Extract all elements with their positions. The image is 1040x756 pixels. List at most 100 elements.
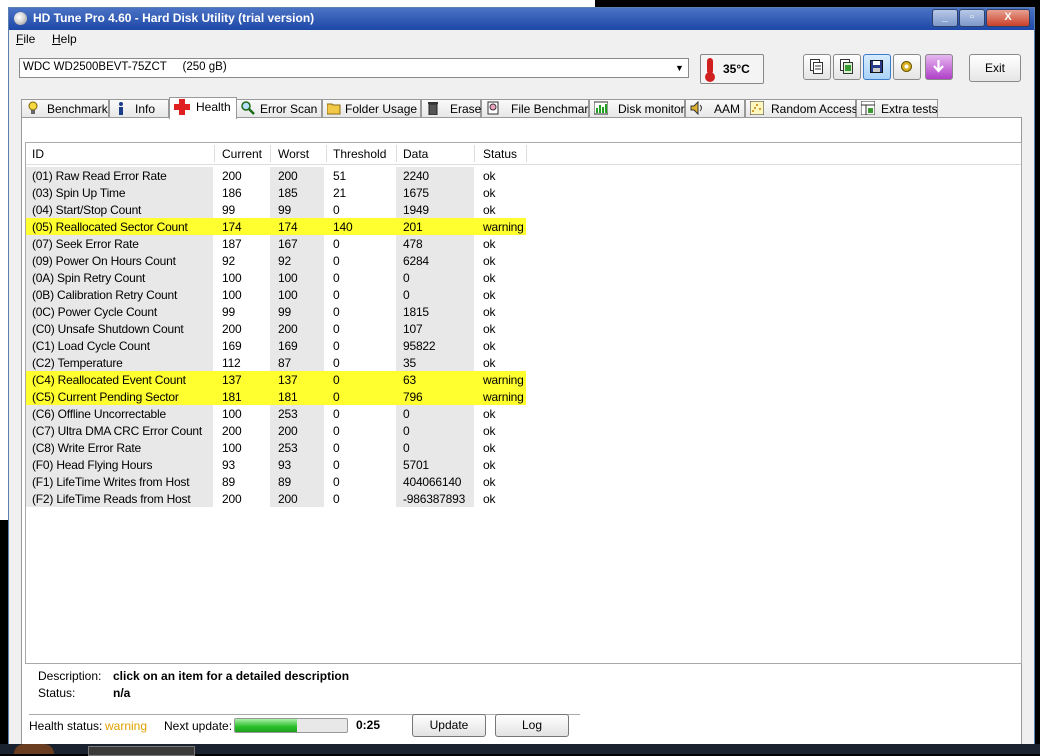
table-row[interactable]: (C1) Load Cycle Count 169 169 0 95822 ok: [26, 337, 526, 354]
download-button[interactable]: [925, 54, 953, 80]
tab-info[interactable]: Info: [109, 99, 169, 118]
cell-id: (0B) Calibration Retry Count: [32, 288, 178, 302]
cell-id: (C2) Temperature: [32, 356, 123, 370]
save-button[interactable]: [863, 54, 891, 80]
app-window: HD Tune Pro 4.60 - Hard Disk Utility (tr…: [8, 7, 1035, 749]
cell-current: 174: [222, 220, 242, 234]
minimize-button[interactable]: _: [932, 9, 958, 27]
column-divider[interactable]: [270, 145, 271, 162]
column-header-data[interactable]: Data: [403, 147, 428, 161]
chevron-down-icon[interactable]: ▼: [671, 59, 688, 77]
cell-worst: 93: [278, 458, 291, 472]
drive-selector[interactable]: WDC WD2500BEVT-75ZCT (250 gB) ▼: [19, 58, 689, 78]
table-row[interactable]: (C4) Reallocated Event Count 137 137 0 63 war…: [26, 371, 526, 388]
table-row[interactable]: (F0) Head Flying Hours 93 93 0 5701 ok: [26, 456, 526, 473]
smart-attribute-table[interactable]: ID Current Worst Threshold Data Status (…: [25, 142, 1022, 664]
cell-data: 1675: [403, 186, 429, 200]
table-row[interactable]: (0B) Calibration Retry Count 100 100 0 0 ok: [26, 286, 526, 303]
table-row[interactable]: (0A) Spin Retry Count 100 100 0 0 ok: [26, 269, 526, 286]
cell-id: (01) Raw Read Error Rate: [32, 169, 167, 183]
column-header-id[interactable]: ID: [32, 147, 44, 161]
cell-worst: 200: [278, 424, 298, 438]
cell-current: 137: [222, 373, 242, 387]
tab-disk-monitor[interactable]: Disk monitor: [589, 99, 685, 118]
menu-help[interactable]: Help: [52, 32, 77, 46]
description-value: click on an item for a detailed descript…: [113, 669, 350, 683]
tab-aam[interactable]: AAM: [685, 99, 745, 118]
cell-threshold: 0: [333, 458, 340, 472]
table-row[interactable]: (C8) Write Error Rate 100 253 0 0 ok: [26, 439, 526, 456]
exit-button[interactable]: Exit: [969, 54, 1021, 82]
copy-info-icon: [810, 59, 823, 74]
tab-folder-usage[interactable]: Folder Usage: [322, 99, 421, 118]
close-button[interactable]: X: [986, 9, 1030, 27]
log-button[interactable]: Log: [495, 714, 569, 737]
cell-id: (C0) Unsafe Shutdown Count: [32, 322, 184, 336]
column-divider[interactable]: [526, 145, 527, 162]
tab-file-benchmark[interactable]: File Benchmark: [481, 99, 594, 118]
cell-status: ok: [483, 203, 496, 217]
table-row[interactable]: (F2) LifeTime Reads from Host 200 200 0 -986…: [26, 490, 526, 507]
update-button[interactable]: Update: [412, 714, 486, 737]
cell-id: (F0) Head Flying Hours: [32, 458, 153, 472]
start-button[interactable]: [14, 744, 54, 754]
cell-worst: 200: [278, 169, 298, 183]
health-status-label: Health status:: [29, 719, 103, 733]
copy-info-button[interactable]: [803, 54, 831, 80]
column-header-worst[interactable]: Worst: [278, 147, 309, 161]
column-divider[interactable]: [214, 145, 215, 162]
tab-erase[interactable]: Erase: [421, 99, 481, 118]
cell-threshold: 0: [333, 407, 340, 421]
cell-current: 89: [222, 475, 235, 489]
table-row[interactable]: (0C) Power Cycle Count 99 99 0 1815 ok: [26, 303, 526, 320]
table-row[interactable]: (C7) Ultra DMA CRC Error Count 200 200 0 0 ok: [26, 422, 526, 439]
table-row[interactable]: (F1) LifeTime Writes from Host 89 89 0 40406…: [26, 473, 526, 490]
cell-status: ok: [483, 288, 496, 302]
settings-button[interactable]: [893, 54, 921, 80]
cell-data: 63: [403, 373, 416, 387]
cell-worst: 89: [278, 475, 291, 489]
maximize-button[interactable]: ▫: [959, 9, 985, 27]
copy-screen-icon: [840, 59, 853, 74]
column-divider[interactable]: [326, 145, 327, 162]
table-row[interactable]: (01) Raw Read Error Rate 200 200 51 2240 ok: [26, 167, 526, 184]
tab-health[interactable]: Health: [169, 97, 237, 119]
column-header-status[interactable]: Status: [483, 147, 517, 161]
menu-file[interactable]: File: [16, 32, 35, 46]
cell-id: (0C) Power Cycle Count: [32, 305, 157, 319]
cell-id: (03) Spin Up Time: [32, 186, 126, 200]
table-header: ID Current Worst Threshold Data Status: [26, 143, 1021, 165]
title-bar[interactable]: HD Tune Pro 4.60 - Hard Disk Utility (tr…: [9, 8, 1034, 30]
cell-id: (0A) Spin Retry Count: [32, 271, 146, 285]
cell-status: ok: [483, 254, 496, 268]
tab-extra-tests[interactable]: Extra tests: [856, 99, 938, 118]
column-divider[interactable]: [474, 145, 475, 162]
taskbar-button[interactable]: [88, 746, 195, 756]
cell-worst: 99: [278, 203, 291, 217]
cell-worst: 169: [278, 339, 298, 353]
table-row[interactable]: (04) Start/Stop Count 99 99 0 1949 ok: [26, 201, 526, 218]
temperature-display: 35°C: [700, 54, 764, 84]
table-row[interactable]: (C2) Temperature 112 87 0 35 ok: [26, 354, 526, 371]
cell-id: (F2) LifeTime Reads from Host: [32, 492, 191, 506]
menu-bar: File Help: [9, 30, 1034, 48]
temperature-value: 35°C: [723, 62, 750, 76]
table-row[interactable]: (C5) Current Pending Sector 181 181 0 796 war…: [26, 388, 526, 405]
table-row[interactable]: (C6) Offline Uncorrectable 100 253 0 0 ok: [26, 405, 526, 422]
cell-worst: 99: [278, 305, 291, 319]
cell-id: (C7) Ultra DMA CRC Error Count: [32, 424, 203, 438]
tab-benchmark[interactable]: Benchmark: [21, 99, 109, 118]
tab-error-scan[interactable]: Error Scan: [236, 99, 322, 118]
cell-threshold: 51: [333, 169, 346, 183]
table-row[interactable]: (09) Power On Hours Count 92 92 0 6284 ok: [26, 252, 526, 269]
table-row[interactable]: (07) Seek Error Rate 187 167 0 478 ok: [26, 235, 526, 252]
table-row[interactable]: (03) Spin Up Time 186 185 21 1675 ok: [26, 184, 526, 201]
table-row[interactable]: (05) Reallocated Sector Count 174 174 140 20…: [26, 218, 526, 235]
column-header-threshold[interactable]: Threshold: [333, 147, 386, 161]
table-row[interactable]: (C0) Unsafe Shutdown Count 200 200 0 107 ok: [26, 320, 526, 337]
tab-random-access[interactable]: Random Access: [745, 99, 858, 118]
copy-screen-button[interactable]: [833, 54, 861, 80]
column-header-current[interactable]: Current: [222, 147, 262, 161]
cell-data: 6284: [403, 254, 429, 268]
column-divider[interactable]: [396, 145, 397, 162]
